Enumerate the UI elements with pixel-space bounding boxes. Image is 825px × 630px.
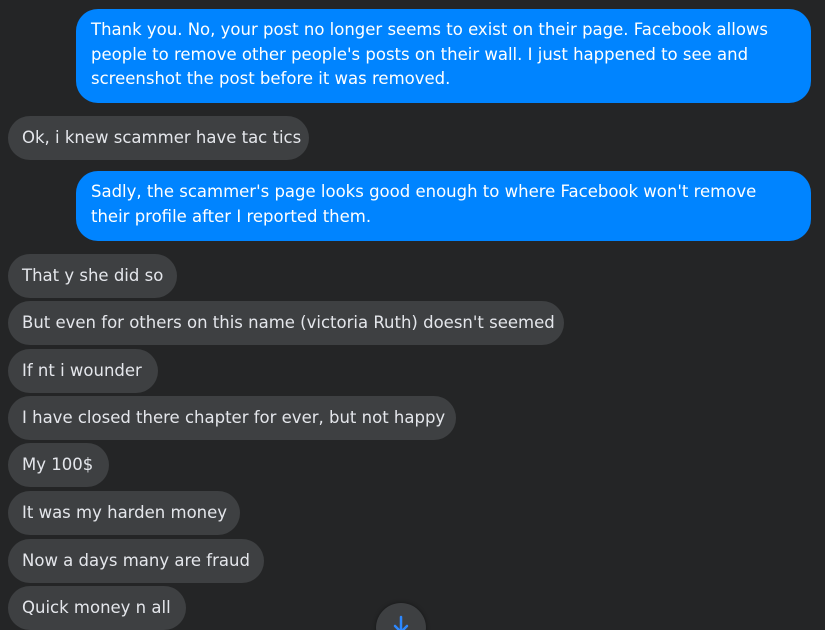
message-incoming[interactable]: If nt i wounder [8,349,158,393]
message-incoming[interactable]: It was my harden money [8,491,240,535]
message-incoming[interactable]: I have closed there chapter for ever, bu… [8,396,456,440]
message-incoming[interactable]: Now a days many are fraud [8,539,264,583]
chat-thread: Thank you. No, your post no longer seems… [0,0,825,630]
message-incoming[interactable]: Ok, i knew scammer have tac tics [8,116,309,160]
message-incoming[interactable]: Quick money n all [8,586,186,630]
message-outgoing[interactable]: Thank you. No, your post no longer seems… [76,9,811,103]
arrow-down-icon [393,615,409,630]
message-outgoing[interactable]: Sadly, the scammer's page looks good eno… [76,171,811,241]
message-incoming[interactable]: But even for others on this name (victor… [8,301,564,345]
message-incoming[interactable]: That y she did so [8,254,177,298]
message-incoming[interactable]: My 100$ [8,443,109,487]
scroll-to-bottom-button[interactable] [376,603,426,630]
